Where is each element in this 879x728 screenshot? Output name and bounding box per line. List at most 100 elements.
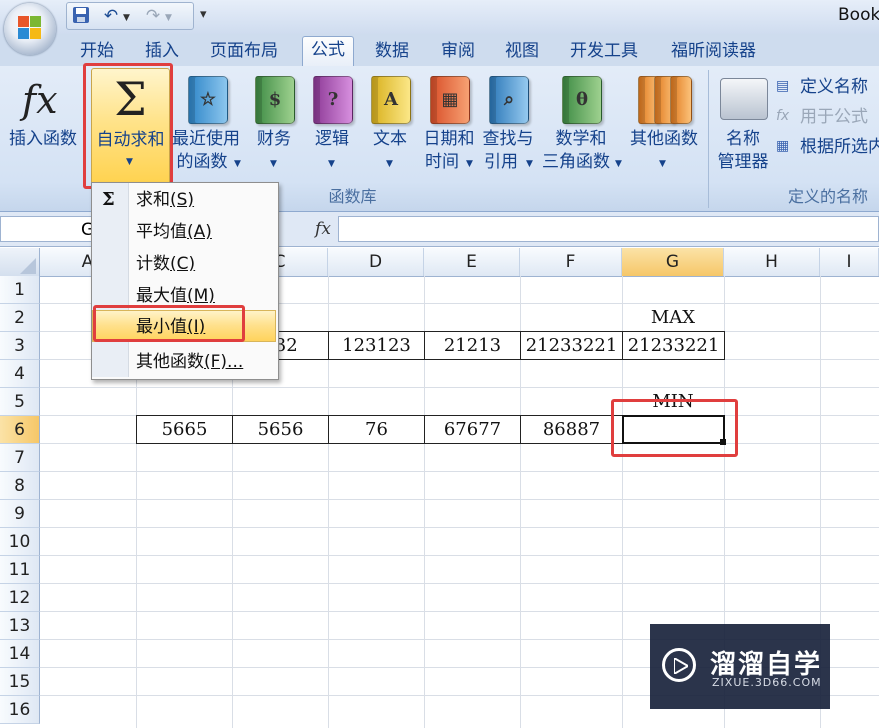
chevron-down-icon: ▼ xyxy=(615,159,622,169)
name-box[interactable]: G xyxy=(0,216,96,242)
use-in-formula-button: fx 用于公式 xyxy=(776,106,879,130)
save-icon[interactable] xyxy=(71,6,91,26)
cell-e3[interactable]: 21213 xyxy=(424,331,521,360)
row-header-16[interactable]: 16 xyxy=(0,696,40,724)
column-header-i[interactable]: I xyxy=(820,248,879,276)
insert-function-button[interactable]: fx 插入函数 xyxy=(4,72,82,178)
row-header-3[interactable]: 3 xyxy=(0,332,40,360)
tab-foxit-reader[interactable]: 福昕阅读器 xyxy=(663,38,764,64)
office-logo-icon xyxy=(18,16,42,40)
chevron-down-icon: ▼ xyxy=(328,159,335,169)
cell-e6[interactable]: 67677 xyxy=(424,415,521,444)
undo-icon[interactable]: ↶ xyxy=(101,6,121,26)
redo-dropdown-icon[interactable]: ▼ xyxy=(165,13,172,23)
office-button[interactable] xyxy=(4,3,56,55)
column-header-f[interactable]: F xyxy=(520,248,622,276)
tab-view[interactable]: 视图 xyxy=(497,38,547,64)
row-header-10[interactable]: 10 xyxy=(0,528,40,556)
customize-qat-icon[interactable]: ▾ xyxy=(200,7,207,22)
logical-label: 逻辑 xyxy=(315,129,349,149)
math-label-2: 三角函数 xyxy=(542,152,610,172)
cell-b6[interactable]: 5665 xyxy=(136,415,233,444)
row-header-9[interactable]: 9 xyxy=(0,500,40,528)
row-header-5[interactable]: 5 xyxy=(0,388,40,416)
grid-line xyxy=(40,555,879,556)
column-header-g[interactable]: G xyxy=(622,248,724,276)
row-header-7[interactable]: 7 xyxy=(0,444,40,472)
grid-line xyxy=(40,387,879,388)
recently-used-button[interactable]: ☆ 最近使用 的函数 ▼ xyxy=(170,72,242,178)
annotation-box-min xyxy=(93,305,245,342)
logical-button[interactable]: ? 逻辑 ▼ xyxy=(306,72,358,178)
math-trig-button[interactable]: θ 数学和 三角函数 ▼ xyxy=(538,72,624,178)
cell-g2[interactable]: MAX xyxy=(622,304,724,332)
name-manager-button[interactable]: 名称 管理器 xyxy=(712,72,774,178)
undo-dropdown-icon[interactable]: ▼ xyxy=(123,13,130,23)
financial-book-icon: $ xyxy=(255,76,295,124)
redo-icon[interactable]: ↷ xyxy=(143,6,163,26)
column-header-h[interactable]: H xyxy=(724,248,820,276)
lookup-label-1: 查找与 xyxy=(482,129,534,149)
define-name-button[interactable]: ▤ 定义名称 xyxy=(776,76,879,100)
grid-line xyxy=(40,471,879,472)
lookup-reference-button[interactable]: ⌕ 查找与 引用 ▼ xyxy=(478,72,538,178)
formula-input[interactable] xyxy=(338,216,879,242)
tab-home[interactable]: 开始 xyxy=(72,38,122,64)
menu-item-shortcut: (C) xyxy=(170,254,196,274)
annotation-box-autosum xyxy=(83,63,173,189)
text-button[interactable]: A 文本 ▼ xyxy=(364,72,416,178)
group-divider xyxy=(708,70,709,208)
grid-line xyxy=(40,499,879,500)
group-label-defined-names: 定义的名称 xyxy=(788,187,869,206)
more-functions-button[interactable]: 其他函数 ▼ xyxy=(626,72,702,178)
menu-item-shortcut: (S) xyxy=(170,190,195,210)
tab-developer[interactable]: 开发工具 xyxy=(562,38,646,64)
financial-button[interactable]: $ 财务 ▼ xyxy=(248,72,300,178)
row-header-14[interactable]: 14 xyxy=(0,640,40,668)
column-header-e[interactable]: E xyxy=(424,248,520,276)
tab-data[interactable]: 数据 xyxy=(367,38,417,64)
insert-function-fx-icon[interactable]: fx xyxy=(308,216,338,242)
chevron-down-icon: ▼ xyxy=(270,159,277,169)
name-manager-icon xyxy=(720,78,768,120)
row-header-8[interactable]: 8 xyxy=(0,472,40,500)
text-book-icon: A xyxy=(371,76,411,124)
cell-d3[interactable]: 123123 xyxy=(328,331,425,360)
use-in-formula-label: 用于公式 xyxy=(800,107,868,127)
grid-line xyxy=(40,611,879,612)
tab-review[interactable]: 审阅 xyxy=(433,38,483,64)
financial-label: 财务 xyxy=(257,129,291,149)
menu-item-shortcut: (A) xyxy=(187,222,212,242)
row-header-11[interactable]: 11 xyxy=(0,556,40,584)
text-label: 文本 xyxy=(373,129,407,149)
tab-page-layout[interactable]: 页面布局 xyxy=(202,38,286,64)
tab-formulas[interactable]: 公式 xyxy=(302,36,354,68)
cell-d6[interactable]: 76 xyxy=(328,415,425,444)
row-header-2[interactable]: 2 xyxy=(0,304,40,332)
row-header-13[interactable]: 13 xyxy=(0,612,40,640)
row-header-1[interactable]: 1 xyxy=(0,276,40,304)
cell-f6[interactable]: 86887 xyxy=(520,415,623,444)
row-header-4[interactable]: 4 xyxy=(0,360,40,388)
cell-f3[interactable]: 21233221 xyxy=(520,331,623,360)
row-header-15[interactable]: 15 xyxy=(0,668,40,696)
select-all-corner[interactable] xyxy=(0,248,40,276)
row-header-6[interactable]: 6 xyxy=(0,416,40,444)
insert-function-label: 插入函数 xyxy=(9,129,77,149)
menu-item-more-functions[interactable]: 其他函数(F)... xyxy=(92,346,276,378)
math-book-icon: θ xyxy=(562,76,602,124)
date-time-button[interactable]: ▦ 日期和 时间 ▼ xyxy=(420,72,478,178)
menu-item-count[interactable]: 计数(C) xyxy=(92,248,276,280)
tab-insert[interactable]: 插入 xyxy=(137,38,187,64)
quick-access-toolbar: ↶ ▼ ↷ ▼ xyxy=(66,2,194,30)
menu-item-shortcut: (M) xyxy=(187,286,215,306)
more-functions-books-icon xyxy=(638,76,692,124)
row-header-12[interactable]: 12 xyxy=(0,584,40,612)
menu-item-average[interactable]: 平均值(A) xyxy=(92,216,276,248)
create-from-selection-button[interactable]: ▦ 根据所选内 xyxy=(776,136,879,160)
cell-c6[interactable]: 5656 xyxy=(232,415,329,444)
create-from-selection-label: 根据所选内 xyxy=(800,137,879,157)
column-header-d[interactable]: D xyxy=(328,248,424,276)
cell-g3[interactable]: 21233221 xyxy=(622,331,725,360)
menu-item-sum[interactable]: Σ 求和(S) xyxy=(92,184,276,216)
